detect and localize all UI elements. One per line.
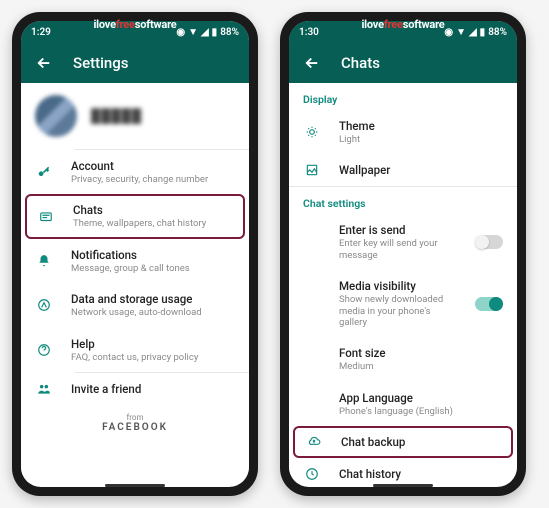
item-title: Wallpaper	[339, 163, 503, 177]
watermark: ilovefreesoftware	[93, 18, 176, 31]
screen-left: 1:29 ◉ ▼ ◢ ▮ 88% Settings █████	[21, 21, 249, 487]
status-time: 1:29	[31, 27, 51, 38]
watermark: ilovefreesoftware	[361, 18, 444, 31]
item-title: Theme	[339, 119, 503, 133]
item-sub: Theme, wallpapers, chat history	[73, 218, 233, 229]
wifi-icon: ▼	[188, 27, 198, 38]
profile-row[interactable]: █████	[21, 83, 249, 149]
item-enter-send[interactable]: Enter is send Enter key will send your m…	[289, 214, 517, 270]
item-title: Help	[71, 337, 235, 351]
status-right: ◉ ▼ ◢ ▮ 88%	[176, 27, 239, 38]
help-icon	[35, 343, 53, 357]
battery-icon: ▮	[480, 27, 486, 38]
item-sub: FAQ, contact us, privacy policy	[71, 352, 235, 363]
chats-settings-list: Display Theme Light Wallpaper Ch	[289, 83, 517, 483]
back-icon[interactable]	[303, 54, 321, 72]
item-sub: Show newly downloaded media in your phon…	[339, 294, 457, 328]
back-icon[interactable]	[35, 54, 53, 72]
avatar	[35, 95, 77, 137]
wifi-icon: ▼	[456, 27, 466, 38]
location-icon: ◉	[444, 27, 453, 38]
item-title: App Language	[339, 391, 503, 405]
battery-pct: 88%	[488, 27, 507, 38]
key-icon	[35, 165, 53, 179]
item-chat-backup-highlighted[interactable]: Chat backup	[293, 426, 513, 458]
item-title: Invite a friend	[71, 382, 235, 396]
status-right: ◉ ▼ ◢ ▮ 88%	[444, 27, 507, 38]
section-chat-settings: Chat settings	[289, 187, 517, 214]
item-media-visibility[interactable]: Media visibility Show newly downloaded m…	[289, 270, 517, 337]
item-account[interactable]: Account Privacy, security, change number	[21, 150, 249, 194]
item-title: Data and storage usage	[71, 292, 235, 306]
item-sub: Light	[339, 134, 503, 145]
item-title: Media visibility	[339, 279, 457, 293]
wallpaper-icon	[303, 163, 321, 177]
item-title: Account	[71, 159, 235, 173]
item-wallpaper[interactable]: Wallpaper	[289, 154, 517, 186]
item-theme[interactable]: Theme Light	[289, 110, 517, 154]
brightness-icon	[303, 125, 321, 139]
item-title: Chat backup	[341, 435, 501, 449]
phone-left: ilovefreesoftware 1:29 ◉ ▼ ◢ ▮ 88% Setti…	[12, 12, 258, 496]
signal-icon: ◢	[469, 27, 477, 38]
section-display: Display	[289, 83, 517, 110]
toggle-enter-send[interactable]	[475, 235, 503, 249]
item-title: Chat history	[339, 467, 503, 481]
item-title: Notifications	[71, 248, 235, 262]
phone-right: ilovefreesoftware 1:30 ◉ ▼ ◢ ▮ 88% Chats…	[280, 12, 526, 496]
item-sub: Phone's language (English)	[339, 406, 503, 417]
item-invite[interactable]: Invite a friend	[21, 373, 249, 405]
history-icon	[303, 467, 321, 481]
appbar-title: Chats	[341, 54, 380, 72]
item-help[interactable]: Help FAQ, contact us, privacy policy	[21, 328, 249, 372]
screen-right: 1:30 ◉ ▼ ◢ ▮ 88% Chats Display The	[289, 21, 517, 487]
footer: from FACEBOOK	[21, 405, 249, 439]
chat-icon	[37, 210, 55, 224]
app-bar: Chats	[289, 43, 517, 83]
item-title: Chats	[73, 203, 233, 217]
item-chats-highlighted[interactable]: Chats Theme, wallpapers, chat history	[25, 194, 245, 238]
footer-brand: FACEBOOK	[21, 422, 249, 433]
nav-bar[interactable]	[21, 483, 249, 487]
item-data-storage[interactable]: Data and storage usage Network usage, au…	[21, 283, 249, 327]
footer-from: from	[21, 413, 249, 422]
item-sub: Medium	[339, 361, 503, 372]
item-title: Font size	[339, 346, 503, 360]
battery-icon: ▮	[212, 27, 218, 38]
item-app-language[interactable]: App Language Phone's language (English)	[289, 382, 517, 426]
item-sub: Enter key will send your message	[339, 238, 457, 261]
toggle-media-visibility[interactable]	[475, 297, 503, 311]
app-bar: Settings	[21, 43, 249, 83]
appbar-title: Settings	[73, 54, 129, 72]
signal-icon: ◢	[201, 27, 209, 38]
bell-icon	[35, 254, 53, 268]
item-title: Enter is send	[339, 223, 457, 237]
data-icon	[35, 298, 53, 312]
item-font-size[interactable]: Font size Medium	[289, 337, 517, 381]
location-icon: ◉	[176, 27, 185, 38]
nav-bar[interactable]	[289, 483, 517, 487]
settings-list: █████ Account Privacy, security, change …	[21, 83, 249, 483]
item-sub: Network usage, auto-download	[71, 307, 235, 318]
people-icon	[35, 382, 53, 396]
item-chat-history[interactable]: Chat history	[289, 458, 517, 483]
item-sub: Message, group & call tones	[71, 263, 235, 274]
battery-pct: 88%	[220, 27, 239, 38]
status-time: 1:30	[299, 27, 319, 38]
item-sub: Privacy, security, change number	[71, 174, 235, 185]
item-notifications[interactable]: Notifications Message, group & call tone…	[21, 239, 249, 283]
cloud-backup-icon	[305, 435, 323, 449]
profile-name: █████	[91, 108, 142, 124]
